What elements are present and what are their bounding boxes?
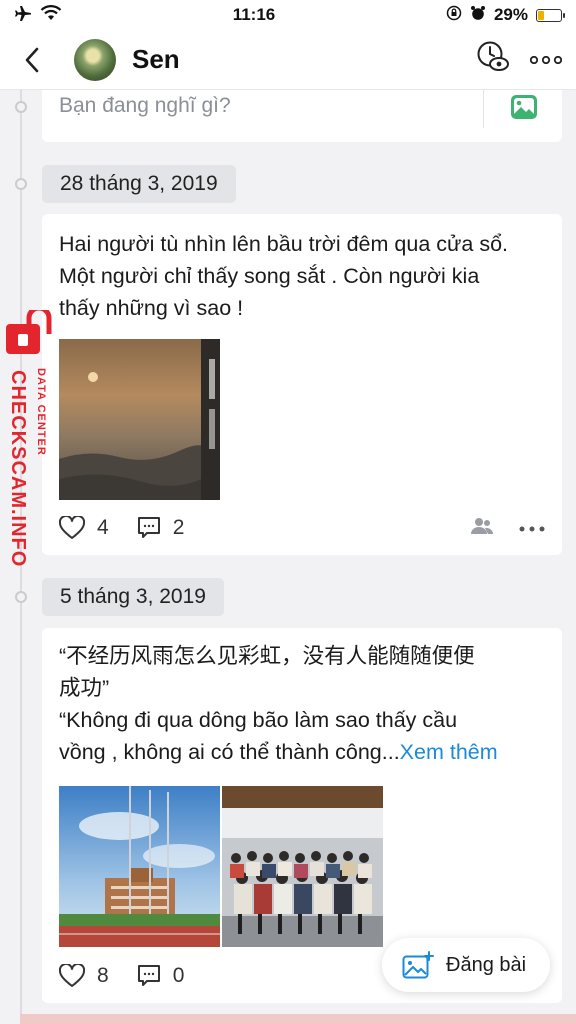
like-count: 8 [97, 964, 109, 987]
post-text-line: Một người chỉ thấy song sắt . Còn người … [59, 264, 480, 288]
post-photo-campus[interactable] [59, 786, 220, 947]
airplane-icon [14, 5, 32, 26]
page-title[interactable]: Sen [132, 44, 180, 75]
back-button[interactable] [0, 30, 64, 90]
status-bar: 11:16 29% [0, 0, 576, 30]
heart-icon [59, 516, 85, 539]
friends-icon [471, 517, 494, 534]
post-date: 28 tháng 3, 2019 [42, 165, 236, 203]
create-post-label: Đăng bài [446, 953, 527, 976]
alarm-icon [470, 5, 486, 26]
post-photo-sunrise[interactable] [59, 339, 220, 500]
watermark-logo: CHECKSCAM.INFO DATA CENTER [6, 305, 52, 567]
post-composer[interactable]: Bạn đang nghĩ gì? [42, 90, 562, 142]
more-horizontal-icon [529, 55, 563, 64]
avatar[interactable] [74, 38, 116, 81]
battery-icon [535, 8, 565, 22]
view-history-button[interactable] [476, 40, 510, 79]
comment-icon [137, 965, 160, 986]
heart-icon [59, 964, 85, 987]
timeline-dot [15, 101, 27, 113]
comment-button[interactable]: 2 [137, 516, 185, 540]
privacy-friends-button[interactable] [471, 517, 494, 540]
like-button[interactable]: 8 [59, 964, 109, 988]
composer-divider [483, 90, 484, 128]
create-post-button[interactable]: Đăng bài [382, 938, 550, 992]
more-horizontal-icon [519, 526, 545, 532]
add-image-icon [402, 951, 434, 979]
post-card[interactable]: Hai người tù nhìn lên bầu trời đêm qua c… [42, 214, 562, 555]
comment-button[interactable]: 0 [137, 964, 185, 988]
timeline-dot [15, 178, 27, 190]
post-text: Hai người tù nhìn lên bầu trời đêm qua c… [42, 214, 562, 324]
post-more-button[interactable] [519, 519, 545, 537]
like-button[interactable]: 4 [59, 516, 109, 540]
wifi-icon [40, 4, 62, 26]
svg-text:CHECKSCAM.INFO: CHECKSCAM.INFO [7, 370, 29, 567]
comment-count: 0 [172, 964, 185, 987]
more-options-button[interactable] [529, 51, 563, 69]
comment-icon [137, 517, 160, 538]
composer-placeholder: Bạn đang nghĩ gì? [59, 94, 231, 117]
watermark: CHECKSCAM.INFO DATA CENTER [4, 305, 60, 590]
image-icon [511, 95, 537, 119]
like-count: 4 [97, 516, 109, 539]
post-text-line: thấy những vì sao ! [59, 296, 244, 320]
see-more-link[interactable]: Xem thêm [400, 740, 498, 764]
post-text: “不经历风雨怎么见彩虹，没有人能随随便便 成功” “Không đi qua d… [42, 628, 562, 768]
clock-time: 11:16 [232, 5, 276, 24]
battery-percent: 29% [493, 5, 528, 24]
post-date: 5 tháng 3, 2019 [42, 578, 224, 616]
post-text-line: vồng , không ai có thể thành công... [59, 740, 400, 764]
top-nav-bar: Sen [0, 30, 576, 90]
clock-eye-icon [477, 41, 509, 71]
svg-text:DATA CENTER: DATA CENTER [35, 368, 47, 456]
post-text-line: “Không đi qua dông bão làm sao thấy cầu [59, 708, 458, 732]
timeline-dot [15, 591, 27, 603]
post-text-line: Hai người tù nhìn lên bầu trời đêm qua c… [59, 232, 509, 256]
chevron-left-icon [25, 47, 39, 72]
next-post-peek [20, 1014, 576, 1024]
rotation-lock-icon [446, 5, 462, 26]
comment-count: 2 [172, 516, 185, 539]
post-text-line: 成功” [59, 676, 110, 700]
add-photo-button[interactable] [510, 94, 538, 125]
post-text-line: “不经历风雨怎么见彩虹，没有人能随随便便 [59, 644, 475, 668]
post-photo-group[interactable] [222, 786, 383, 947]
